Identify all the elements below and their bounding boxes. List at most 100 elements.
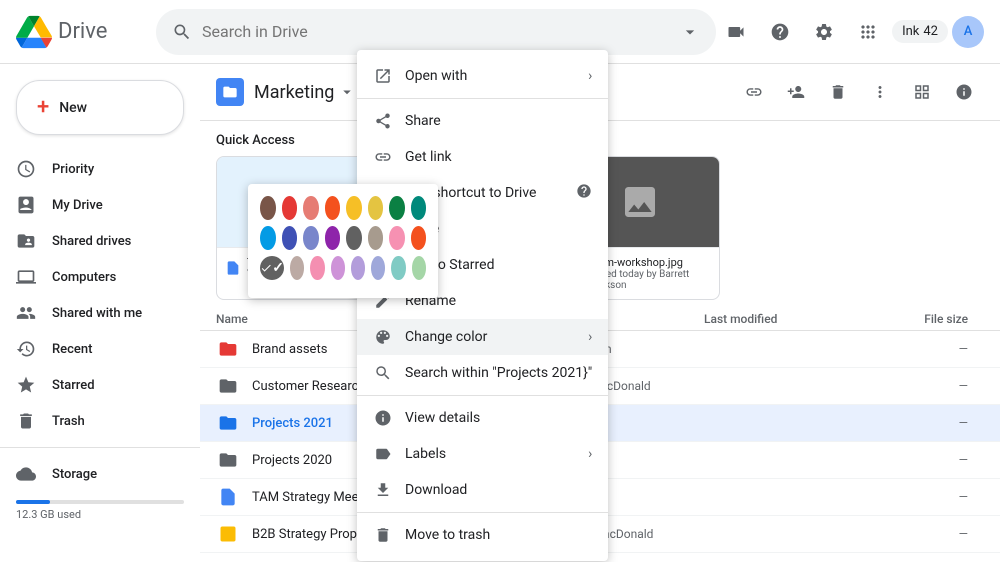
color-lime[interactable] [368, 196, 384, 220]
color-row-1 [260, 196, 426, 220]
menu-item-download[interactable]: Download [357, 472, 608, 508]
sidebar-label-starred: Starred [52, 378, 95, 393]
sub-actions [734, 72, 984, 112]
search-bar[interactable] [156, 9, 716, 55]
ink-label: Ink [902, 24, 919, 39]
clock-icon [16, 159, 36, 179]
trash-outline-icon [373, 525, 393, 545]
color-red-light[interactable] [303, 196, 319, 220]
sidebar-item-trash[interactable]: Trash [0, 403, 188, 439]
user-avatar[interactable]: A [952, 16, 984, 48]
color-pink-light[interactable] [389, 226, 405, 250]
file-size-5: — [884, 527, 984, 541]
color-periwinkle[interactable] [371, 256, 385, 280]
color-gray-dark[interactable] [346, 226, 362, 250]
info-btn[interactable] [944, 72, 984, 112]
context-menu: Open with › Share Get link Add shortcut … [357, 50, 608, 561]
color-sage[interactable] [412, 256, 426, 280]
new-label: New [59, 100, 87, 116]
sidebar-label-recent: Recent [52, 342, 92, 357]
cloud-icon [16, 464, 36, 484]
download-icon [373, 480, 393, 500]
sidebar-item-starred[interactable]: Starred [0, 367, 188, 403]
logo-text: Drive [58, 19, 107, 44]
color-mint[interactable] [391, 256, 405, 280]
color-tan[interactable] [368, 226, 384, 250]
color-brown[interactable] [260, 196, 276, 220]
menu-divider-2 [357, 395, 608, 396]
apps-btn[interactable] [848, 12, 888, 52]
menu-item-get-link[interactable]: Get link [357, 139, 608, 175]
color-orange-2[interactable] [411, 226, 427, 250]
sidebar-label-my-drive: My Drive [52, 198, 103, 213]
menu-item-search-within[interactable]: Search within "Projects 2021}" [357, 355, 608, 391]
menu-item-move-trash[interactable]: Move to trash [357, 517, 608, 553]
person-icon [16, 303, 36, 323]
color-lavender[interactable] [331, 256, 345, 280]
file-size-2: — [884, 416, 984, 430]
menu-label-change-color: Change color [405, 329, 487, 345]
sidebar-item-priority[interactable]: Priority [0, 151, 188, 187]
computer-icon [16, 267, 36, 287]
color-lilac[interactable] [351, 256, 365, 280]
search-icon [172, 22, 192, 42]
storage-label: Storage [52, 467, 97, 482]
more-btn[interactable] [860, 72, 900, 112]
file-icon-brand [216, 337, 240, 361]
change-color-arrow: › [588, 329, 592, 345]
grid-view-btn[interactable] [902, 72, 942, 112]
color-red-dark[interactable] [282, 196, 298, 220]
color-picker-submenu [248, 184, 438, 298]
folder-thumb [216, 78, 244, 106]
menu-item-open-with[interactable]: Open with › [357, 58, 608, 94]
menu-divider-3 [357, 512, 608, 513]
sidebar-item-recent[interactable]: Recent [0, 331, 188, 367]
link-icon [373, 147, 393, 167]
google-meet-btn[interactable] [716, 12, 756, 52]
topbar-right: Ink 42 A [716, 12, 984, 52]
color-purple-dark[interactable] [325, 226, 341, 250]
menu-label-search-within: Search within "Projects 2021}" [405, 365, 592, 381]
new-button[interactable]: + New [16, 80, 184, 135]
color-sky[interactable] [260, 226, 276, 250]
menu-item-labels[interactable]: Labels › [357, 436, 608, 472]
color-checked[interactable] [260, 256, 284, 280]
trash-icon [16, 411, 36, 431]
color-green-dark[interactable] [389, 196, 405, 220]
menu-item-view-details[interactable]: View details [357, 400, 608, 436]
menu-label-download: Download [405, 482, 467, 498]
menu-item-change-color[interactable]: Change color › [357, 319, 608, 355]
open-with-icon [373, 66, 393, 86]
sidebar-item-shared-with-me[interactable]: Shared with me [0, 295, 188, 331]
settings-btn[interactable] [804, 12, 844, 52]
color-beige[interactable] [290, 256, 304, 280]
folder-dropdown-icon[interactable] [338, 83, 356, 101]
labels-icon [373, 444, 393, 464]
ink-badge[interactable]: Ink 42 [892, 20, 948, 43]
sidebar-label-computers: Computers [52, 270, 116, 285]
color-yellow[interactable] [346, 196, 362, 220]
sidebar-item-computers[interactable]: Computers [0, 259, 188, 295]
file-icon-customer [216, 374, 240, 398]
add-person-btn[interactable] [776, 72, 816, 112]
color-row-3 [260, 256, 426, 280]
search-within-icon [373, 363, 393, 383]
search-input[interactable] [202, 22, 670, 41]
sidebar-item-storage[interactable]: Storage [0, 456, 188, 492]
file-icon-b2b [216, 522, 240, 546]
help-btn[interactable] [760, 12, 800, 52]
menu-item-share[interactable]: Share [357, 103, 608, 139]
sidebar-label-shared-with-me: Shared with me [52, 306, 142, 321]
file-size-1: — [884, 379, 984, 393]
color-purple-medium[interactable] [303, 226, 319, 250]
sidebar-item-shared-drives[interactable]: Shared drives [0, 223, 188, 259]
sidebar-item-my-drive[interactable]: My Drive [0, 187, 188, 223]
share-icon [373, 111, 393, 131]
link-btn[interactable] [734, 72, 774, 112]
color-teal[interactable] [411, 196, 427, 220]
color-orange[interactable] [325, 196, 341, 220]
color-indigo[interactable] [282, 226, 298, 250]
color-pink-medium[interactable] [310, 256, 324, 280]
delete-btn[interactable] [818, 72, 858, 112]
search-dropdown-icon[interactable] [680, 22, 700, 42]
